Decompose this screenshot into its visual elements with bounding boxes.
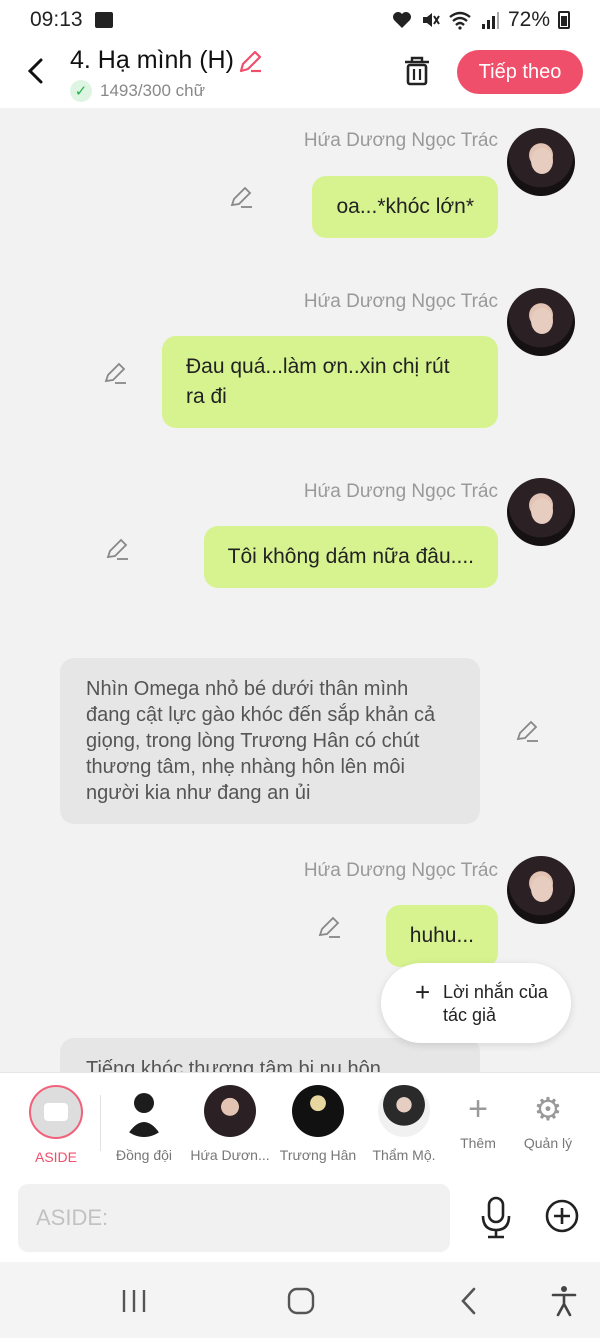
avatar[interactable] [507,478,575,546]
character-bar: ASIDE Đồng đội Hứa Dươn... Trương Hân Th… [0,1072,600,1174]
silhouette-avatar [118,1085,170,1137]
character-aside[interactable]: ASIDE [16,1083,96,1165]
avatar[interactable] [507,288,575,356]
edit-title-icon[interactable] [236,48,264,76]
character-label: Trương Hân [279,1147,357,1163]
message-bubble[interactable]: huhu... [385,905,498,967]
chapter-title: 4. Hạ mình (H) [70,46,234,74]
app-header: 4. Hạ mình (H) ✓ 1493/300 chữ Tiếp theo [0,40,600,108]
message-sender: Hứa Dương Ngọc Trác [303,291,498,312]
message-sender: Hứa Dương Ngọc Trác [303,130,498,151]
signal-icon [481,12,499,29]
battery-percent: 72% [507,8,550,31]
edit-icon[interactable] [228,184,254,210]
add-character-button[interactable]: + Thêm [438,1083,518,1151]
message-bubble[interactable]: Đau quá...làm ơn..xin chị rút ra đi [162,336,498,428]
word-count: ✓ 1493/300 chữ [70,80,205,102]
home-icon[interactable] [283,1284,319,1318]
character-label: Thêm [460,1135,496,1151]
wifi-icon [449,11,471,30]
aside-icon [29,1085,83,1139]
battery-icon [558,11,570,29]
trash-icon[interactable] [400,54,434,88]
status-time: 09:13 [30,8,83,31]
microphone-icon[interactable] [478,1196,514,1240]
edit-icon[interactable] [316,914,342,940]
divider [100,1095,101,1151]
message-bubble[interactable]: oa...*khóc lớn* [312,176,498,238]
word-count-text: 1493/300 chữ [100,81,205,100]
heart-icon [392,12,411,28]
edit-icon[interactable] [104,536,130,562]
recent-apps-icon[interactable] [116,1284,152,1318]
status-bar: 09:13 72% [0,0,600,40]
back-nav-icon[interactable] [452,1284,488,1318]
avatar [204,1085,256,1137]
avatar [378,1085,430,1137]
character-label: Đồng đội [115,1147,173,1163]
chat-area[interactable]: Hứa Dương Ngọc Trác oa...*khóc lớn* Hứa … [0,108,600,1072]
plus-icon: + [415,977,431,1007]
message-input[interactable] [18,1184,450,1252]
check-icon: ✓ [70,80,92,102]
character-label: Thẩm Mộ. [372,1147,436,1163]
edit-icon[interactable] [514,718,540,744]
back-button[interactable] [22,54,52,88]
input-area [0,1174,600,1262]
plus-icon: + [468,1090,488,1128]
system-nav-bar [0,1262,600,1338]
character-tham-mo[interactable]: Thẩm Mộ. [364,1083,444,1163]
narration-bubble[interactable]: Nhìn Omega nhỏ bé dưới thân mình đang cậ… [60,658,480,824]
edit-icon[interactable] [102,360,128,386]
message-sender: Hứa Dương Ngọc Trác [303,860,498,881]
author-note-label: Lời nhắn của tác giả [443,982,548,1025]
author-note-button[interactable]: + Lời nhắn của tác giả [381,963,571,1043]
character-label: Hứa Dươn... [190,1147,270,1163]
character-hua-duong[interactable]: Hứa Dươn... [190,1083,270,1163]
chevron-left-icon [27,58,43,84]
narration-bubble[interactable]: Tiếng khóc thương tâm bị nụ hôn [60,1038,480,1072]
manage-button[interactable]: ⚙ Quản lý [508,1083,588,1151]
status-right: 72% [392,8,570,32]
gear-icon: ⚙ [533,1091,563,1127]
image-icon [94,12,113,28]
avatar [292,1085,344,1137]
avatar[interactable] [507,128,575,196]
next-button[interactable]: Tiếp theo [457,50,583,94]
mute-icon [422,13,440,27]
message-sender: Hứa Dương Ngọc Trác [303,481,498,502]
message-bubble[interactable]: Tôi không dám nữa đâu.... [203,526,498,588]
avatar[interactable] [507,856,575,924]
character-truong-han[interactable]: Trương Hân [278,1083,358,1163]
character-label: ASIDE [34,1149,77,1165]
character-label: Quản lý [523,1135,573,1151]
add-circle-icon[interactable] [544,1198,580,1234]
character-teammate[interactable]: Đồng đội [104,1083,184,1163]
accessibility-icon[interactable] [546,1284,582,1318]
